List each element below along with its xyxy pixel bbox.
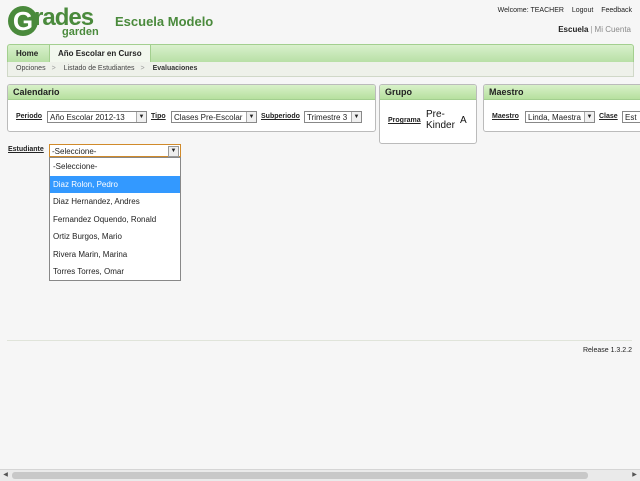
calendario-panel: Calendario Periodo Año Escolar 2012-13 ▼… [7,84,376,132]
grupo-panel: Grupo Programa Pre-Kinder A [379,84,477,144]
grupo-title: Grupo [380,85,476,100]
school-title: Escuela Modelo [115,14,214,29]
dropdown-option[interactable]: -Seleccione- [50,158,180,176]
estudiante-label: Estudiante [8,146,44,153]
footer-divider [7,340,632,341]
breadcrumb: Opciones > Listado de Estudiantes > Evaluaci… [7,62,634,77]
logo-sub: garden [62,26,99,38]
account-links: Escuela | Mi Cuenta [558,25,631,34]
tab-home[interactable]: Home [8,45,46,62]
feedback-link[interactable]: Feedback [601,7,632,14]
subperiodo-select[interactable]: Trimestre 3 ▼ [304,111,362,123]
mi-cuenta-link[interactable]: Mi Cuenta [595,25,631,34]
estudiante-select[interactable]: -Seleccione- ▼ [49,144,181,157]
maestro-label: Maestro [492,113,519,120]
scrollbar-thumb[interactable] [12,472,588,479]
programa-value: Pre-Kinder [426,109,455,131]
maestro-title: Maestro [484,85,640,100]
periodo-value: Año Escolar 2012-13 [50,113,125,122]
chevron-down-icon: ▼ [136,112,146,122]
account-links-separator: | [590,25,593,34]
tipo-select[interactable]: Clases Pre-Escolar ▼ [171,111,257,123]
maestro-panel: Maestro Maestro Linda, Maestra ▼ Clase E… [483,84,640,132]
tipo-value: Clases Pre-Escolar [174,113,243,122]
escuela-link[interactable]: Escuela [558,25,588,34]
release-version: Release 1.3.2.2 [582,347,632,354]
clase-select[interactable]: Est [622,111,640,123]
maestro-value: Linda, Maestra [528,113,581,122]
maestro-select[interactable]: Linda, Maestra ▼ [525,111,595,123]
chevron-down-icon: ▼ [351,112,361,122]
top-links: Welcome: TEACHER Logout Feedback [492,7,632,14]
breadcrumb-opciones[interactable]: Opciones [16,65,46,72]
horizontal-scrollbar[interactable]: ◀ ▶ [0,469,640,481]
estudiante-dropdown-list: -Seleccione- Diaz Rolon, Pedro Diaz Hern… [49,157,181,281]
tab-ano-escolar[interactable]: Año Escolar en Curso [49,45,151,62]
breadcrumb-separator: > [140,65,145,72]
clase-label: Clase [599,113,618,120]
breadcrumb-evaluaciones: Evaluaciones [152,65,198,72]
chevron-down-icon[interactable]: ▼ [168,146,179,157]
programa-label: Programa [388,117,421,124]
arrow-left-icon[interactable]: ◀ [0,470,11,481]
chevron-down-icon: ▼ [584,112,594,122]
logout-link[interactable]: Logout [572,7,593,14]
dropdown-option[interactable]: Diaz Hernandez, Andres [50,193,180,211]
dropdown-option[interactable]: Ortiz Burgos, Mario [50,228,180,246]
dropdown-option-highlighted[interactable]: Diaz Rolon, Pedro [50,175,180,193]
subperiodo-value: Trimestre 3 [307,113,348,122]
dropdown-option[interactable]: Fernandez Oquendo, Ronald [50,211,180,229]
grades-garden-logo[interactable]: G rades garden [8,4,104,38]
periodo-label: Periodo [16,113,43,120]
welcome-text: Welcome: TEACHER [497,7,564,14]
subperiodo-label: Subperiodo [261,113,300,120]
arrow-right-icon[interactable]: ▶ [629,470,640,481]
dropdown-option[interactable]: Torres Torres, Omar [50,263,180,281]
dropdown-option[interactable]: Rivera Marin, Marina [50,246,180,264]
grupo-section: A [460,115,467,126]
calendario-title: Calendario [8,85,375,100]
breadcrumb-listado[interactable]: Listado de Estudiantes [64,65,135,72]
estudiante-selected-value: -Seleccione- [52,147,97,156]
tipo-label: Tipo [151,113,166,120]
clase-value: Est [625,113,637,122]
chevron-down-icon: ▼ [246,112,256,122]
main-tabs: Home Año Escolar en Curso [7,44,634,63]
breadcrumb-separator: > [51,65,56,72]
periodo-select[interactable]: Año Escolar 2012-13 ▼ [47,111,147,123]
